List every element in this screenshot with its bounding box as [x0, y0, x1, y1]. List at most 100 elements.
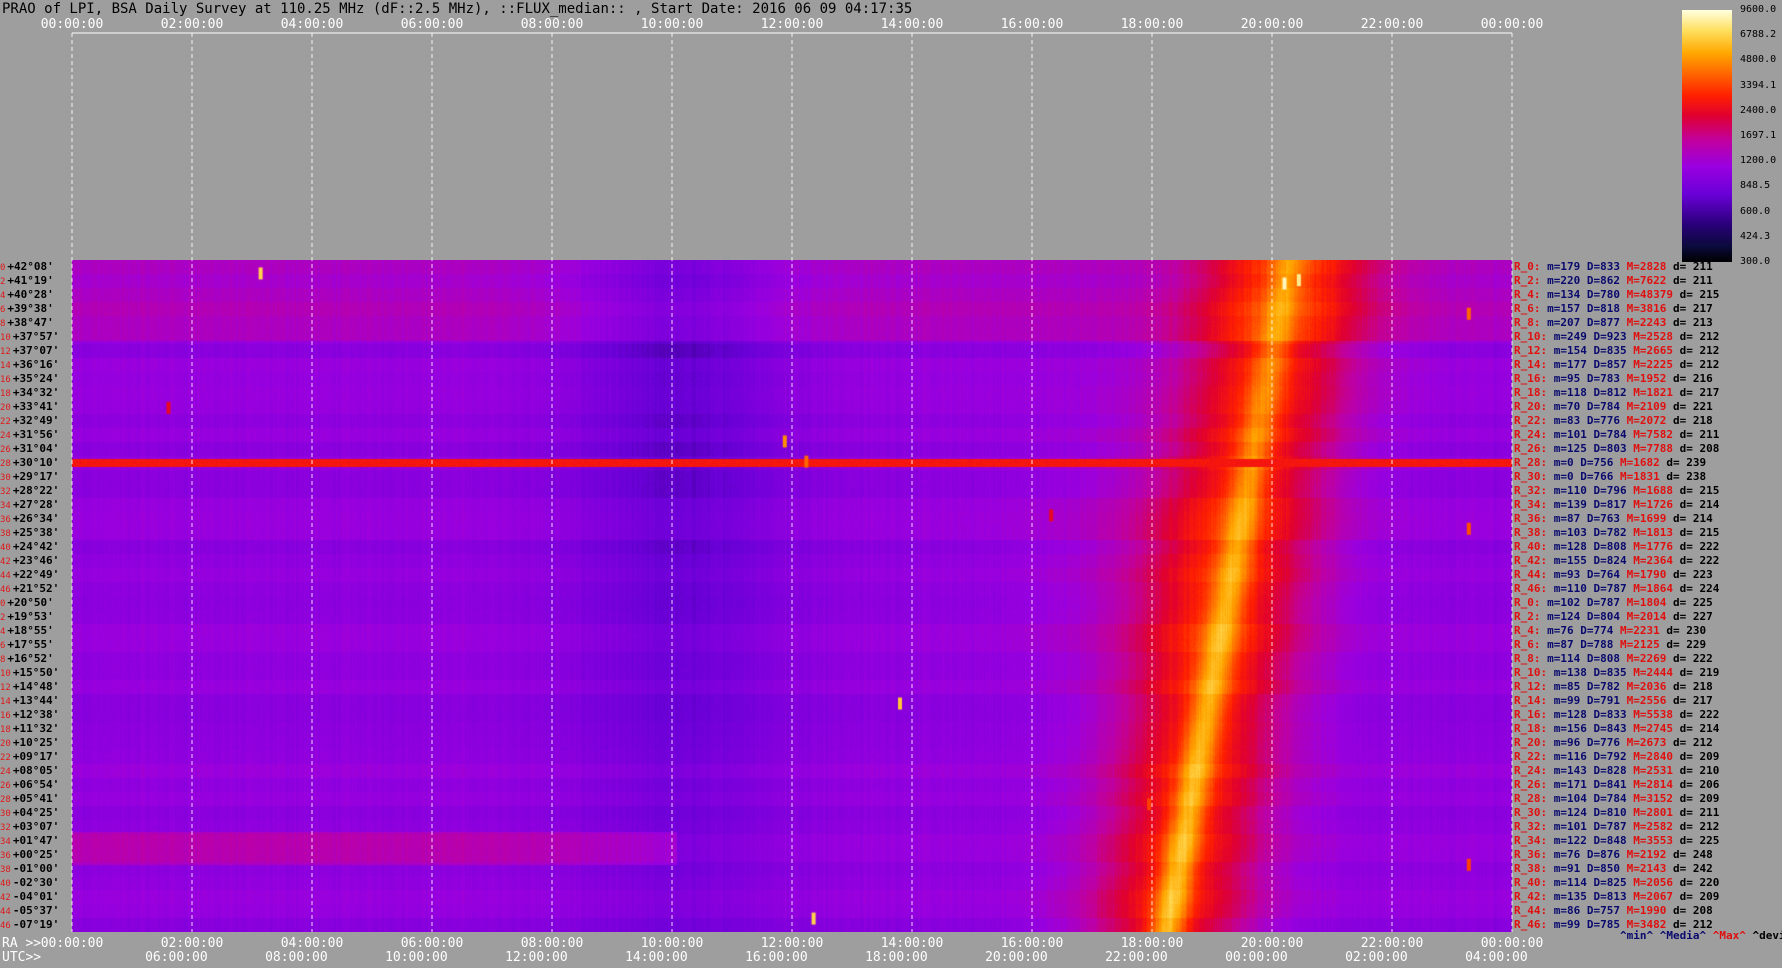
declination-label: 0 +42°08': [0, 261, 72, 274]
row-max: M=1804: [1626, 596, 1673, 609]
row-devia: d= 217: [1672, 302, 1713, 315]
beam-index: 38: [0, 865, 11, 875]
row-stat: R_24: m=143 D=828 M=2531 d= 210: [1514, 764, 1719, 777]
row-id: R_30:: [1514, 806, 1554, 819]
colorbar-tick-label: 424.3: [1740, 230, 1771, 242]
declination-label: 16 +12°38': [0, 709, 72, 722]
declination-label: 42 +23°46': [0, 555, 72, 568]
row-stat: R_40: m=128 D=808 M=1776 d= 222: [1514, 540, 1719, 553]
declination-value: +23°46': [12, 554, 60, 567]
beam-index: 24: [0, 767, 11, 777]
row-median: D=784: [1593, 792, 1634, 805]
beam-index: 42: [0, 893, 11, 903]
row-median: D=784: [1586, 400, 1627, 413]
ra-tick-label: 14:00:00: [880, 936, 944, 951]
row-max: M=1813: [1633, 526, 1680, 539]
beam-index: 10: [0, 333, 11, 343]
beam-index: 28: [0, 795, 11, 805]
row-id: R_34:: [1514, 498, 1554, 511]
declination-value: +11°32': [12, 722, 60, 735]
declination-value: +39°38': [7, 302, 54, 315]
row-min: m=177: [1553, 358, 1594, 371]
row-max: M=3152: [1633, 792, 1680, 805]
row-median: D=804: [1586, 610, 1627, 623]
declination-value: +41°19': [7, 274, 54, 287]
row-median: D=788: [1580, 638, 1620, 651]
row-stat: R_10: m=249 D=923 M=2528 d= 212: [1514, 330, 1719, 343]
declination-value: -02°30': [12, 876, 60, 889]
declination-value: +29°17': [12, 470, 60, 483]
row-median: D=848: [1593, 834, 1634, 847]
row-devia: d= 215: [1679, 288, 1720, 301]
declination-value: +25°38': [12, 526, 60, 539]
row-min: m=143: [1553, 764, 1594, 777]
row-median: D=792: [1593, 750, 1634, 763]
row-id: R_36:: [1514, 512, 1554, 525]
row-devia: d= 225: [1672, 596, 1713, 609]
row-median: D=803: [1593, 442, 1634, 455]
row-max: M=2125: [1620, 638, 1667, 651]
beam-index: 18: [0, 389, 11, 399]
row-devia: d= 210: [1679, 764, 1720, 777]
beam-index: 24: [0, 431, 11, 441]
declination-value: +21°52': [12, 582, 60, 595]
row-max: M=2231: [1620, 624, 1667, 637]
utc-tick-label: 10:00:00: [385, 950, 448, 965]
beam-index: 16: [0, 711, 11, 721]
row-min: m=85: [1553, 680, 1587, 693]
row-devia: d= 222: [1679, 540, 1720, 553]
row-min: m=125: [1553, 442, 1594, 455]
row-id: R_2:: [1514, 274, 1548, 287]
row-min: m=87: [1553, 512, 1587, 525]
row-stat: R_2: m=124 D=804 M=2014 d= 227: [1514, 610, 1713, 623]
row-id: R_12:: [1514, 344, 1554, 357]
declination-value: +10°25': [12, 736, 60, 749]
beam-index: 38: [0, 529, 11, 539]
row-median: D=810: [1593, 806, 1634, 819]
row-stat: R_18: m=156 D=843 M=2745 d= 214: [1514, 722, 1719, 735]
beam-index: 18: [0, 725, 11, 735]
row-devia: d= 222: [1679, 554, 1720, 567]
declination-value: +20°50': [7, 596, 54, 609]
row-devia: d= 239: [1666, 456, 1707, 469]
row-max: M=2444: [1633, 666, 1680, 679]
row-devia: d= 209: [1679, 792, 1720, 805]
row-id: R_40:: [1514, 540, 1554, 553]
beam-index: 34: [0, 501, 11, 511]
row-max: M=7582: [1633, 428, 1680, 441]
declination-label: 6 +17°55': [0, 639, 72, 652]
declination-label: 38 -01°00': [0, 863, 72, 876]
row-min: m=0: [1553, 456, 1581, 469]
declination-value: +34°32': [12, 386, 60, 399]
row-median: D=862: [1586, 274, 1627, 287]
utc-tick-label: 00:00:00: [1225, 950, 1288, 965]
row-devia: d= 214: [1679, 722, 1720, 735]
beam-index: 6: [0, 641, 6, 651]
row-devia: d= 216: [1672, 372, 1713, 385]
row-median: D=784: [1593, 428, 1634, 441]
row-max: M=2072: [1626, 414, 1673, 427]
beam-index: 32: [0, 487, 11, 497]
colorbar: [1682, 10, 1732, 262]
row-median: D=808: [1586, 652, 1627, 665]
row-min: m=110: [1553, 484, 1594, 497]
row-stat: R_16: m=95 D=783 M=1952 d= 216: [1514, 372, 1713, 385]
row-stat: R_20: m=70 D=784 M=2109 d= 221: [1514, 400, 1713, 413]
beam-index: 2: [0, 277, 6, 287]
row-devia: d= 212: [1679, 820, 1720, 833]
row-devia: d= 212: [1679, 344, 1720, 357]
ra-tick-label: 16:00:00: [1000, 936, 1064, 951]
row-min: m=154: [1553, 344, 1594, 357]
row-max: M=2364: [1633, 554, 1680, 567]
row-devia: d= 220: [1679, 876, 1720, 889]
row-median: D=766: [1580, 470, 1620, 483]
row-min: m=124: [1553, 806, 1594, 819]
top-tick-label: 20:00:00: [1240, 17, 1304, 32]
row-min: m=157: [1547, 302, 1587, 315]
row-max: M=1776: [1633, 540, 1680, 553]
ra-axis: RA >> 00:00:00 02:00:00 04:00:00 06:00:00 08…: [0, 936, 1782, 951]
row-devia: d= 212: [1679, 358, 1720, 371]
row-median: D=825: [1593, 876, 1634, 889]
utc-tick-label: 04:00:00: [1465, 950, 1528, 965]
declination-value: +35°24': [12, 372, 60, 385]
